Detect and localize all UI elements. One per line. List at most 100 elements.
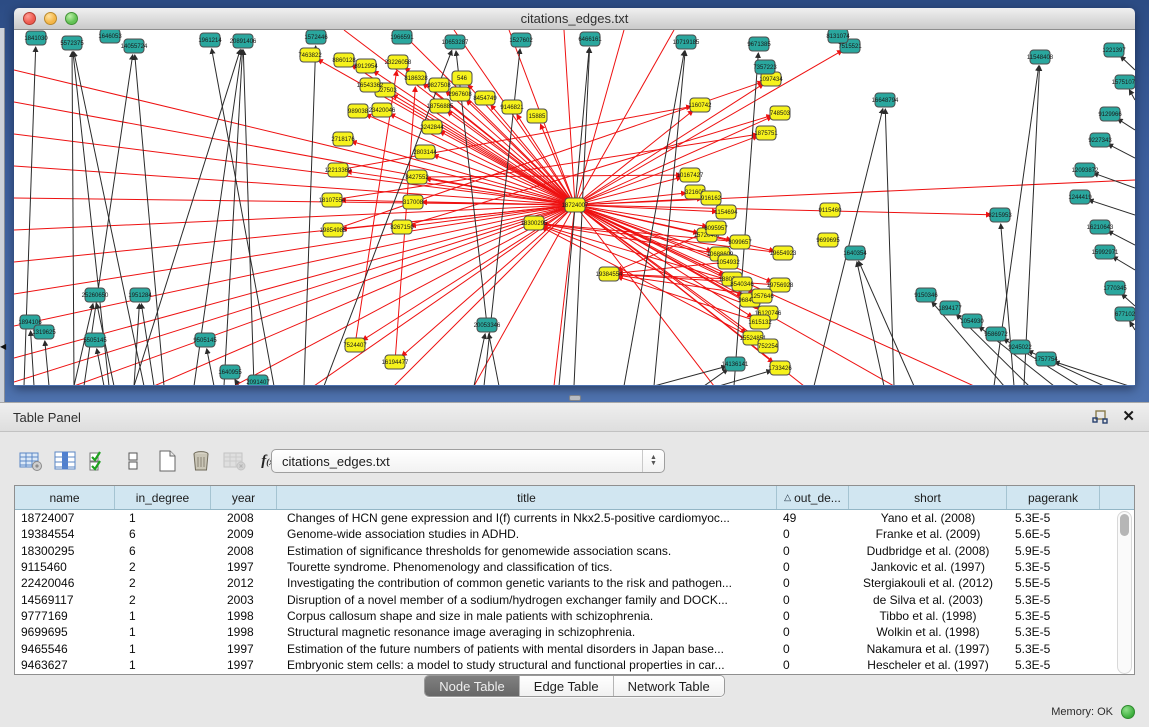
network-canvas[interactable]: 1872400774638228860128891295423226058982… bbox=[14, 30, 1135, 385]
cell-name[interactable]: 18724007 bbox=[15, 511, 115, 525]
memory-status-icon[interactable] bbox=[1121, 705, 1135, 719]
network-edge[interactable] bbox=[212, 49, 274, 385]
network-node[interactable]: 752254 bbox=[758, 339, 779, 353]
network-node[interactable]: 1875751 bbox=[754, 126, 778, 140]
network-edge[interactable] bbox=[45, 341, 49, 385]
network-edge[interactable] bbox=[859, 261, 914, 385]
cell-pagerank[interactable]: 5.3E-5 bbox=[1007, 625, 1100, 639]
network-node[interactable]: 14055724 bbox=[121, 39, 148, 53]
column-header-pagerank[interactable]: pagerank bbox=[1007, 486, 1100, 509]
network-edge[interactable] bbox=[1129, 90, 1135, 100]
network-edge[interactable] bbox=[654, 51, 685, 385]
network-node[interactable]: 2091407 bbox=[246, 375, 270, 385]
cell-title[interactable]: Disruption of a novel member of a sodium… bbox=[277, 593, 777, 607]
network-node[interactable]: 9586972 bbox=[984, 327, 1008, 341]
cell-in_degree[interactable]: 1 bbox=[115, 642, 211, 656]
network-node[interactable]: 1257646 bbox=[750, 289, 774, 303]
select-column-icon[interactable] bbox=[50, 447, 80, 475]
network-node[interactable]: 989038 bbox=[348, 104, 369, 118]
network-node[interactable]: 18300295 bbox=[521, 216, 548, 230]
network-edge[interactable] bbox=[885, 109, 894, 385]
panel-collapse-icon[interactable]: ◀ bbox=[0, 342, 6, 351]
close-panel-icon[interactable]: ✕ bbox=[1122, 408, 1135, 426]
cell-year[interactable]: 1998 bbox=[211, 625, 277, 639]
network-node[interactable]: 748503 bbox=[770, 106, 791, 120]
network-node[interactable]: 18107554 bbox=[319, 193, 346, 207]
network-node[interactable]: 9129966 bbox=[1098, 107, 1122, 121]
table-row[interactable]: 1830029562008Estimation of significance … bbox=[15, 543, 1134, 559]
table-row[interactable]: 2242004622012Investigating the contribut… bbox=[15, 575, 1134, 591]
cell-name[interactable]: 19384554 bbox=[15, 527, 115, 541]
minimize-window-icon[interactable] bbox=[44, 12, 57, 25]
network-edge[interactable] bbox=[141, 304, 154, 385]
cell-name[interactable]: 9115460 bbox=[15, 560, 115, 574]
network-node[interactable]: 1961214 bbox=[198, 33, 222, 47]
network-node[interactable]: 18724007 bbox=[562, 198, 589, 212]
network-node[interactable]: 8540346 bbox=[730, 277, 754, 291]
network-node[interactable]: 7524407 bbox=[343, 338, 367, 352]
network-edge[interactable] bbox=[574, 48, 590, 385]
network-node[interactable]: 23420046 bbox=[369, 103, 396, 117]
cell-in_degree[interactable]: 2 bbox=[115, 593, 211, 607]
network-node[interactable]: 9671385 bbox=[747, 37, 771, 51]
cell-out_de[interactable]: 0 bbox=[777, 560, 849, 574]
network-node[interactable]: 8454749 bbox=[473, 91, 497, 105]
network-node[interactable]: 2718176 bbox=[331, 132, 355, 146]
network-node[interactable]: 1160742 bbox=[689, 98, 713, 112]
network-node[interactable]: 9245022 bbox=[1008, 340, 1032, 354]
network-node[interactable]: 8099657 bbox=[728, 235, 752, 249]
close-window-icon[interactable] bbox=[23, 12, 36, 25]
network-node[interactable]: 8912954 bbox=[354, 59, 378, 73]
cell-short[interactable]: Jankovic et al. (1997) bbox=[849, 560, 1007, 574]
network-node[interactable]: 3215953 bbox=[988, 208, 1012, 222]
cell-year[interactable]: 1997 bbox=[211, 642, 277, 656]
network-node[interactable]: 9146821 bbox=[500, 100, 524, 114]
cell-title[interactable]: Embryonic stem cells: a model to study s… bbox=[277, 658, 777, 672]
network-node[interactable]: 8267150 bbox=[390, 220, 414, 234]
network-node[interactable]: 1221397 bbox=[1102, 43, 1126, 57]
column-header-out_de[interactable]: △out_de... bbox=[777, 486, 849, 509]
network-edge[interactable] bbox=[394, 205, 575, 385]
table-selector-dropdown[interactable]: citations_edges.txt ▲▼ bbox=[271, 449, 665, 473]
column-header-year[interactable]: year bbox=[211, 486, 277, 509]
network-node[interactable]: 20053346 bbox=[474, 318, 501, 332]
scrollbar-thumb[interactable] bbox=[1120, 514, 1129, 536]
cell-title[interactable]: Changes of HCN gene expression and I(f) … bbox=[277, 511, 777, 525]
cell-pagerank[interactable]: 5.9E-5 bbox=[1007, 544, 1100, 558]
table-row[interactable]: 1872400712008Changes of HCN gene express… bbox=[15, 510, 1134, 526]
cell-name[interactable]: 18300295 bbox=[15, 544, 115, 558]
network-node[interactable]: 9150346 bbox=[914, 288, 938, 302]
cell-title[interactable]: Tourette syndrome. Phenomenology and cla… bbox=[277, 560, 777, 574]
network-edge[interactable] bbox=[1121, 56, 1135, 70]
network-edge[interactable] bbox=[1108, 231, 1135, 245]
network-edge[interactable] bbox=[575, 117, 772, 205]
cell-title[interactable]: Estimation of significance thresholds fo… bbox=[277, 544, 777, 558]
network-edge[interactable] bbox=[314, 205, 575, 385]
network-node[interactable]: 25260650 bbox=[82, 288, 109, 302]
network-node[interactable]: 7357223 bbox=[753, 60, 777, 74]
network-node[interactable]: 1841030 bbox=[24, 31, 48, 45]
cell-out_de[interactable]: 0 bbox=[777, 642, 849, 656]
network-node[interactable]: 12213369 bbox=[325, 163, 352, 177]
tab-network-table[interactable]: Network Table bbox=[613, 676, 724, 696]
network-node[interactable]: 1319625 bbox=[32, 325, 56, 339]
network-node[interactable]: 15992971 bbox=[1092, 245, 1119, 259]
network-edge[interactable] bbox=[304, 46, 316, 385]
network-node[interactable]: 16648794 bbox=[872, 93, 899, 107]
cell-in_degree[interactable]: 1 bbox=[115, 625, 211, 639]
network-node[interactable]: 1054932 bbox=[716, 255, 740, 269]
network-edge[interactable] bbox=[1055, 362, 1129, 385]
table-row[interactable]: 969969511998Structural magnetic resonanc… bbox=[15, 624, 1134, 640]
cell-out_de[interactable]: 0 bbox=[777, 544, 849, 558]
network-node[interactable]: 8095957 bbox=[704, 221, 728, 235]
network-edge[interactable] bbox=[72, 52, 74, 385]
tab-node-table[interactable]: Node Table bbox=[425, 676, 519, 696]
cell-title[interactable]: Estimation of the future numbers of pati… bbox=[277, 642, 777, 656]
network-edge[interactable] bbox=[575, 205, 991, 215]
cell-name[interactable]: 9465546 bbox=[15, 642, 115, 656]
network-node[interactable]: 1646053 bbox=[98, 30, 122, 43]
cell-short[interactable]: Wolkin et al. (1998) bbox=[849, 625, 1007, 639]
cell-in_degree[interactable]: 6 bbox=[115, 544, 211, 558]
zoom-window-icon[interactable] bbox=[65, 12, 78, 25]
network-node[interactable]: 1244419 bbox=[1068, 190, 1092, 204]
